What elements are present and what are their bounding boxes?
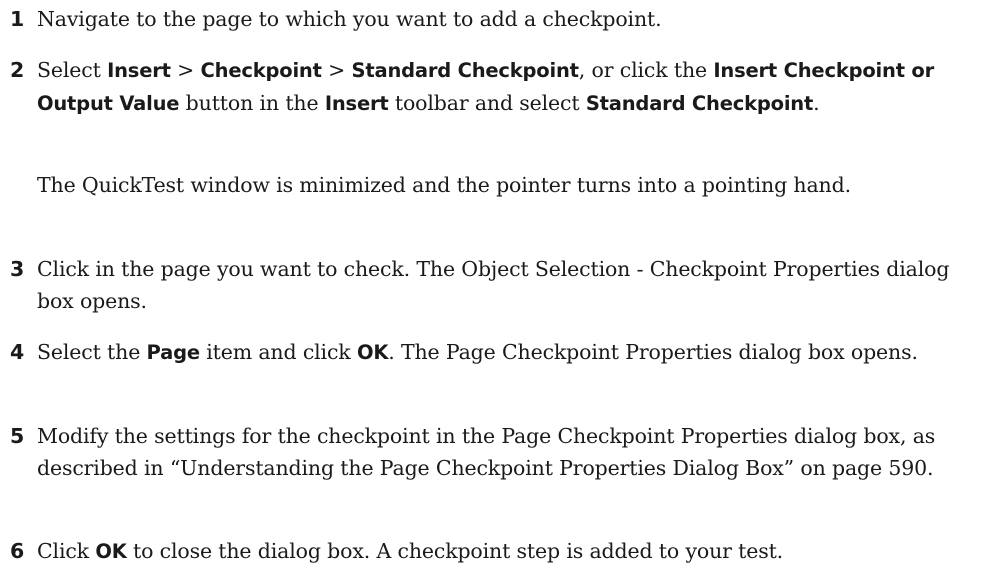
standard-checkpoint-option: Standard Checkpoint: [585, 92, 814, 115]
step-text: Click in the page you want to check. The…: [37, 257, 950, 313]
step-number: 2: [10, 58, 25, 82]
step-text: Select the Page item and click OK. The P…: [37, 340, 918, 364]
menu-standard-checkpoint: Standard Checkpoint: [351, 59, 579, 82]
step-text: Modify the settings for the checkpoint i…: [37, 424, 936, 480]
step-number: 4: [10, 340, 25, 364]
step-number: 3: [10, 257, 25, 281]
step-number: 1: [10, 7, 25, 31]
step-2-note: The QuickTest window is minimized and th…: [37, 173, 851, 197]
step-text: Select Insert > Checkpoint > Standard Ch…: [37, 58, 935, 115]
procedure-steps: 1 Navigate to the page to which you want…: [0, 0, 985, 579]
ok-button-name: OK: [356, 341, 389, 364]
step-number: 6: [10, 539, 25, 563]
insert-toolbar-name: Insert: [324, 92, 389, 115]
menu-checkpoint: Checkpoint: [200, 59, 322, 82]
step-number: 5: [10, 424, 25, 448]
menu-insert: Insert: [107, 59, 171, 82]
ok-button-name: OK: [95, 540, 127, 563]
step-text: Click OK to close the dialog box. A chec…: [37, 539, 784, 563]
page-item: Page: [146, 341, 201, 364]
step-text: Navigate to the page to which you want t…: [37, 7, 662, 31]
